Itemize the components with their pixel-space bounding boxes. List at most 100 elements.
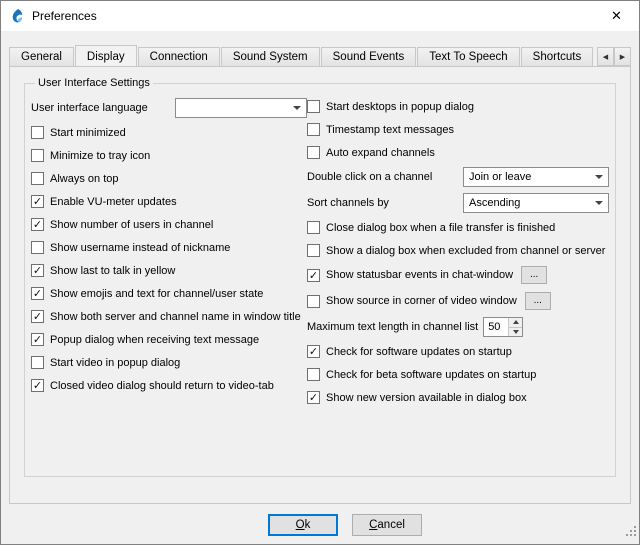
groupbox-title: User Interface Settings <box>35 77 153 89</box>
checkbox-row[interactable]: ✓Show last to talk in yellow <box>31 259 307 282</box>
checkbox-unchecked[interactable] <box>307 146 320 159</box>
checkbox-label: Show username instead of nickname <box>50 242 230 254</box>
checkbox-row[interactable]: ✓ Show number of users in channel <box>31 213 307 236</box>
double-click-row: Double click on a channel Join or leave <box>307 164 609 190</box>
checkbox-row[interactable]: ✓ Show emojis and text for channel/user s… <box>31 282 307 305</box>
checkbox-checked[interactable]: ✓ <box>307 391 320 404</box>
checkbox-unchecked[interactable] <box>307 221 320 234</box>
tab-label: Sound System <box>233 51 308 63</box>
more-options-button[interactable]: ... <box>525 292 551 310</box>
checkbox-checked[interactable]: ✓ <box>31 310 44 323</box>
close-button[interactable]: ✕ <box>594 1 639 31</box>
left-checkbox-list: Start minimized Minimize to tray iconAlwa… <box>31 121 307 397</box>
checkbox-checked[interactable]: ✓ <box>31 287 44 300</box>
tab-bar: GeneralDisplayConnection Sound System Soun… <box>9 45 593 66</box>
chevron-down-icon <box>595 201 603 205</box>
checkbox-row[interactable]: ✓Popup dialog when receiving text messag… <box>31 328 307 351</box>
tab-display[interactable]: Display <box>75 45 137 66</box>
cancel-button-label: Cancel <box>353 516 421 534</box>
checkbox-checked[interactable]: ✓ <box>31 264 44 277</box>
checkbox-unchecked[interactable] <box>31 356 44 369</box>
checkbox-row[interactable]: ✓Show statusbar events in chat-window... <box>307 262 609 288</box>
tab-sound-events[interactable]: Sound Events <box>321 47 417 66</box>
tab-label: Sound Events <box>333 51 405 63</box>
checkbox-checked[interactable]: ✓ <box>31 333 44 346</box>
checkbox-row[interactable]: ✓ Closed video dialog should return to vi… <box>31 374 307 397</box>
checkbox-row[interactable]: Always on top <box>31 167 307 190</box>
checkbox-unchecked[interactable] <box>307 123 320 136</box>
checkbox-label: Show both server and channel name in win… <box>50 311 301 323</box>
max-text-length-label: Maximum text length in channel list <box>307 321 478 333</box>
sort-channels-label: Sort channels by <box>307 197 389 209</box>
checkbox-unchecked[interactable] <box>31 149 44 162</box>
checkbox-label: Show a dialog box when excluded from cha… <box>326 245 605 257</box>
checkbox-label: Timestamp text messages <box>326 124 454 136</box>
max-text-length-spinner[interactable]: 50 <box>483 317 523 337</box>
max-text-length-value[interactable]: 50 <box>484 318 508 336</box>
spin-up-icon[interactable] <box>509 318 522 327</box>
checkbox-checked[interactable]: ✓ <box>307 269 320 282</box>
checkbox-unchecked[interactable] <box>307 368 320 381</box>
double-click-combobox[interactable]: Join or leave <box>463 167 609 187</box>
checkbox-row[interactable]: ✓Show new version available in dialog bo… <box>307 386 609 409</box>
tab-scroll-right-button[interactable]: ▶ <box>614 47 631 66</box>
ok-button[interactable]: Ok <box>268 514 338 536</box>
arrow-right-icon: ▶ <box>620 54 625 61</box>
checkbox-checked[interactable]: ✓ <box>31 379 44 392</box>
checkbox-row[interactable]: Check for beta software updates on start… <box>307 363 609 386</box>
checkbox-row[interactable]: Auto expand channels <box>307 141 609 164</box>
checkbox-row[interactable]: Show a dialog box when excluded from cha… <box>307 239 609 262</box>
window-title: Preferences <box>32 9 97 23</box>
ui-settings-groupbox: User Interface Settings User interface l… <box>24 77 616 477</box>
checkbox-unchecked[interactable] <box>307 100 320 113</box>
checkbox-label: Show emojis and text for channel/user st… <box>50 288 263 300</box>
checkbox-unchecked[interactable] <box>307 244 320 257</box>
tab-connection[interactable]: Connection <box>138 47 220 66</box>
checkbox-row[interactable]: Minimize to tray icon <box>31 144 307 167</box>
spinner-buttons <box>508 318 522 336</box>
cancel-button[interactable]: Cancel <box>352 514 422 536</box>
preferences-dialog: Preferences ✕ GeneralDisplayConnection So… <box>0 0 640 545</box>
checkbox-unchecked[interactable] <box>307 295 320 308</box>
tab-general[interactable]: General <box>9 47 74 66</box>
tab-scroller: ◀ ▶ <box>597 47 631 66</box>
checkbox-label: Start minimized <box>50 127 126 139</box>
checkbox-row[interactable]: Start desktops in popup dialog <box>307 95 609 118</box>
checkbox-label: Check for software updates on startup <box>326 346 512 358</box>
resize-grip[interactable] <box>624 524 637 542</box>
checkbox-checked[interactable]: ✓ <box>31 195 44 208</box>
checkbox-row[interactable]: Close dialog box when a file transfer is… <box>307 216 609 239</box>
checkbox-checked[interactable]: ✓ <box>31 218 44 231</box>
tab-shortcuts[interactable]: Shortcuts <box>521 47 593 66</box>
checkbox-row[interactable]: ✓ Show both server and channel name in wi… <box>31 305 307 328</box>
checkbox-row[interactable]: Show username instead of nickname <box>31 236 307 259</box>
ok-button-label: Ok <box>269 516 337 534</box>
checkbox-row[interactable]: Start video in popup dialog <box>31 351 307 374</box>
checkbox-unchecked[interactable] <box>31 241 44 254</box>
checkbox-label: Start video in popup dialog <box>50 357 180 369</box>
tab-text-to-speech[interactable]: Text To Speech <box>417 47 519 66</box>
checkbox-label: Show number of users in channel <box>50 219 213 231</box>
chevron-down-icon <box>293 106 301 110</box>
checkbox-row[interactable]: Timestamp text messages <box>307 118 609 141</box>
checkbox-unchecked[interactable] <box>31 172 44 185</box>
checkbox-row[interactable]: Show source in corner of video window... <box>307 288 609 314</box>
sort-channels-combobox-value: Ascending <box>469 197 589 209</box>
checkbox-row[interactable]: Start minimized <box>31 121 307 144</box>
checkbox-row[interactable]: ✓Enable VU-meter updates <box>31 190 307 213</box>
double-click-label: Double click on a channel <box>307 171 432 183</box>
checkbox-row[interactable]: ✓ Check for software updates on startup <box>307 340 609 363</box>
checkbox-checked[interactable]: ✓ <box>307 345 320 358</box>
checkbox-label: Check for beta software updates on start… <box>326 369 536 381</box>
sort-channels-combobox[interactable]: Ascending <box>463 193 609 213</box>
tab-scroll-left-button[interactable]: ◀ <box>597 47 614 66</box>
checkbox-unchecked[interactable] <box>31 126 44 139</box>
language-combobox[interactable] <box>175 98 307 118</box>
spin-down-icon[interactable] <box>509 327 522 337</box>
tab-label: Text To Speech <box>429 51 507 63</box>
more-options-button[interactable]: ... <box>521 266 547 284</box>
checkbox-label: Closed video dialog should return to vid… <box>50 380 274 392</box>
checkbox-label: Start desktops in popup dialog <box>326 101 474 113</box>
tab-sound-system[interactable]: Sound System <box>221 47 320 66</box>
chevron-down-icon <box>595 175 603 179</box>
